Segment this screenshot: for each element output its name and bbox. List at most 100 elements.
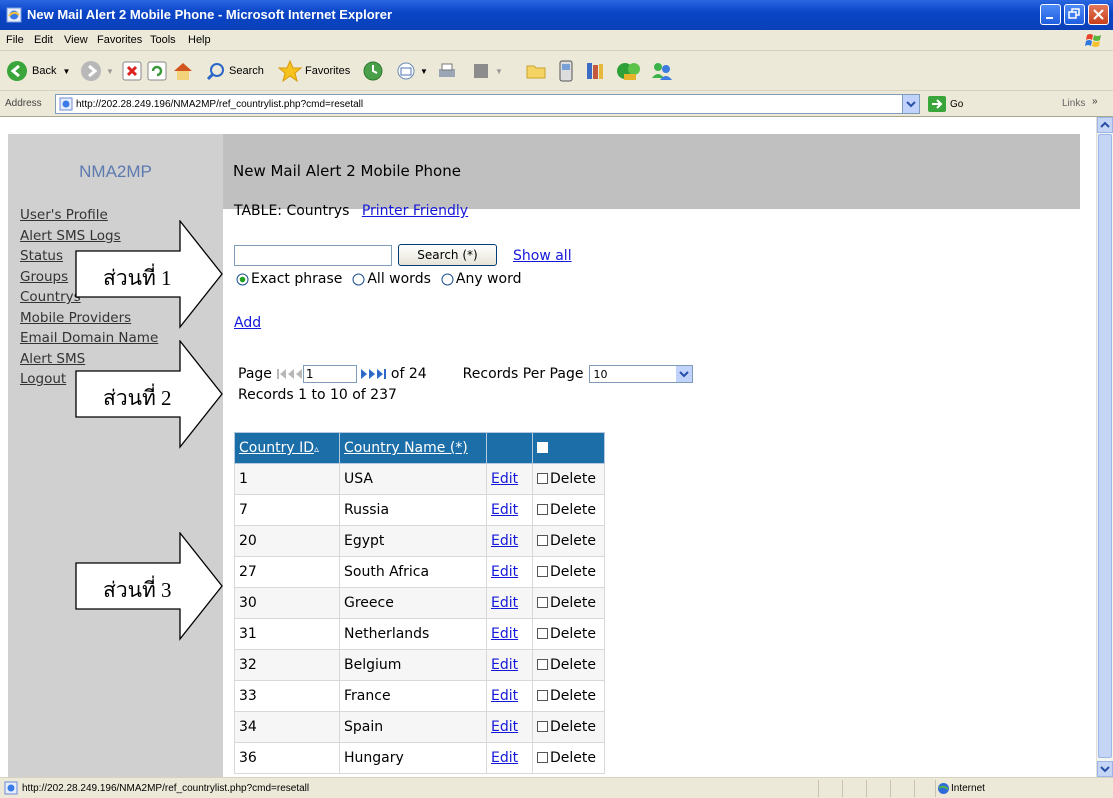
favorites-button[interactable]: Favorites: [278, 57, 350, 85]
scroll-up-button[interactable]: [1097, 117, 1113, 133]
cell-edit: Edit: [486, 587, 533, 619]
radio-exact-phrase[interactable]: Exact phrase: [236, 271, 342, 287]
edit-link[interactable]: Edit: [491, 595, 518, 611]
game-button[interactable]: [616, 57, 642, 85]
back-button[interactable]: Back ▼: [6, 57, 70, 85]
next-last-page-icon[interactable]: [359, 368, 387, 380]
cell-delete[interactable]: Delete: [532, 587, 605, 619]
edit-link[interactable]: Edit: [491, 626, 518, 642]
address-dropdown-button[interactable]: [902, 95, 919, 113]
scroll-down-button[interactable]: [1097, 761, 1113, 777]
callout-label-1: ส่วนที่ 1: [103, 266, 172, 290]
cell-delete[interactable]: Delete: [532, 680, 605, 712]
menu-favorites[interactable]: Favorites: [97, 34, 142, 46]
add-link[interactable]: Add: [234, 315, 261, 331]
printer-friendly-link[interactable]: Printer Friendly: [362, 203, 468, 219]
table-row: 7 Russia Edit Delete: [234, 494, 605, 526]
home-button[interactable]: [172, 57, 194, 85]
cell-delete[interactable]: Delete: [532, 742, 605, 774]
delete-checkbox[interactable]: [537, 504, 548, 515]
edit-link[interactable]: Edit: [491, 750, 518, 766]
delete-checkbox[interactable]: [537, 473, 548, 484]
stop-button[interactable]: [122, 57, 142, 85]
delete-checkbox[interactable]: [537, 566, 548, 577]
edit-link[interactable]: Edit: [491, 533, 518, 549]
edit-link[interactable]: Edit: [491, 657, 518, 673]
chevron-more-icon[interactable]: »: [1092, 96, 1098, 107]
search-button[interactable]: Search: [206, 57, 264, 85]
sort-country-id-link[interactable]: Country ID: [239, 440, 314, 456]
msn-button[interactable]: [650, 57, 674, 85]
forward-button[interactable]: ▼: [80, 57, 114, 85]
select-dropdown-button[interactable]: [676, 366, 693, 382]
print-button[interactable]: [436, 57, 458, 85]
messenger-button[interactable]: [556, 57, 576, 85]
edit-link[interactable]: Edit: [491, 564, 518, 580]
page-number-input[interactable]: [302, 365, 357, 383]
vertical-scrollbar[interactable]: [1096, 117, 1113, 777]
status-bar: http://202.28.249.196/NMA2MP/ref_country…: [0, 777, 1113, 798]
menu-bar: File Edit View Favorites Tools Help: [0, 30, 1113, 51]
menu-tools[interactable]: Tools: [150, 34, 176, 46]
menu-file[interactable]: File: [6, 34, 24, 46]
edit-link[interactable]: Edit: [491, 719, 518, 735]
search-button[interactable]: Search (*): [398, 244, 497, 266]
select-all-checkbox[interactable]: [537, 442, 548, 453]
delete-checkbox[interactable]: [537, 690, 548, 701]
cell-country-id: 34: [234, 711, 340, 743]
edit-link[interactable]: Edit: [491, 502, 518, 518]
search-input[interactable]: [234, 245, 392, 266]
edit-page-button[interactable]: ▼: [470, 57, 503, 85]
sort-country-name-link[interactable]: Country Name (*): [344, 440, 468, 456]
page-of-label: of 24: [390, 366, 427, 382]
page-viewport: NMA2MP New Mail Alert 2 Mobile Phone Use…: [0, 117, 1096, 777]
address-label: Address: [5, 98, 42, 109]
minimize-button[interactable]: [1040, 4, 1061, 25]
records-per-page-value: 10: [593, 368, 608, 381]
column-country-name[interactable]: Country Name (*): [339, 432, 487, 464]
phone-icon: [559, 60, 573, 82]
refresh-button[interactable]: [147, 57, 167, 85]
cell-delete[interactable]: Delete: [532, 556, 605, 588]
delete-checkbox[interactable]: [537, 659, 548, 670]
mail-button[interactable]: ▼: [395, 57, 428, 85]
menu-view[interactable]: View: [64, 34, 88, 46]
cell-delete[interactable]: Delete: [532, 649, 605, 681]
cell-delete[interactable]: Delete: [532, 494, 605, 526]
delete-checkbox[interactable]: [537, 752, 548, 763]
menu-help[interactable]: Help: [188, 34, 211, 46]
cell-delete[interactable]: Delete: [532, 618, 605, 650]
links-toolbar[interactable]: Links: [1062, 98, 1085, 109]
cell-delete[interactable]: Delete: [532, 525, 605, 557]
records-per-page-select[interactable]: 10: [589, 365, 694, 383]
cell-delete[interactable]: Delete: [532, 711, 605, 743]
edit-link[interactable]: Edit: [491, 688, 518, 704]
cell-delete[interactable]: Delete: [532, 463, 605, 495]
go-button[interactable]: Go: [928, 96, 963, 112]
callout-label-2: ส่วนที่ 2: [103, 386, 172, 410]
show-all-link[interactable]: Show all: [513, 248, 572, 264]
folder-button[interactable]: [525, 57, 547, 85]
column-country-id[interactable]: Country ID▵: [234, 432, 340, 464]
edit-link[interactable]: Edit: [491, 471, 518, 487]
radio-all-words[interactable]: All words: [352, 271, 431, 287]
menu-edit[interactable]: Edit: [34, 34, 53, 46]
restore-button[interactable]: [1064, 4, 1085, 25]
close-button[interactable]: [1088, 4, 1109, 25]
research-button[interactable]: [584, 57, 606, 85]
delete-checkbox[interactable]: [537, 628, 548, 639]
radio-any-word[interactable]: Any word: [441, 271, 521, 287]
delete-checkbox[interactable]: [537, 535, 548, 546]
column-select-all[interactable]: [532, 432, 605, 464]
page-label: Page: [238, 366, 272, 382]
first-prev-page-icon[interactable]: [276, 368, 303, 380]
history-button[interactable]: [362, 57, 384, 85]
delete-label: Delete: [550, 657, 596, 673]
delete-checkbox[interactable]: [537, 597, 548, 608]
page-icon: [59, 97, 73, 111]
delete-checkbox[interactable]: [537, 721, 548, 732]
refresh-icon: [147, 61, 167, 81]
address-input[interactable]: http://202.28.249.196/NMA2MP/ref_country…: [55, 94, 920, 114]
brand-logo: NMA2MP: [8, 134, 223, 209]
scroll-thumb[interactable]: [1098, 134, 1112, 758]
